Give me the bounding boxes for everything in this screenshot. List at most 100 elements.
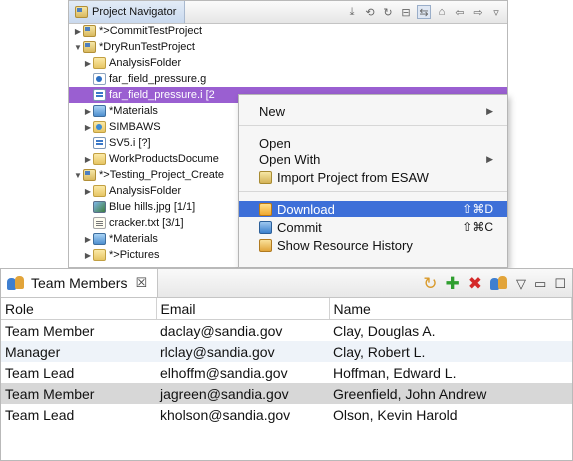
column-header-name[interactable]: Name	[329, 298, 572, 320]
tree-item-label: *>Testing_Project_Create	[99, 169, 225, 181]
materials-icon	[93, 105, 106, 117]
project-navigator-tab[interactable]: Project Navigator	[69, 1, 186, 23]
view-menu-icon[interactable]: ▿	[489, 5, 503, 19]
menu-item-import-project-from-esaw[interactable]: Import Project from ESAW	[239, 169, 507, 185]
table-row[interactable]: Manager rlclay@sandia.gov Clay, Robert L.	[1, 341, 572, 362]
remove-member-icon[interactable]: ✖	[468, 275, 482, 292]
context-menu: New ▶ Open Open With ▶ Import Project from ES…	[238, 94, 508, 268]
materials-icon	[93, 233, 106, 245]
collapsed-arrow-icon[interactable]: ▶	[83, 59, 93, 68]
menu-item-new[interactable]: New ▶	[239, 103, 507, 119]
tree-item[interactable]: ▶ AnalysisFolder	[69, 55, 507, 71]
refresh-icon[interactable]: ↻	[423, 275, 437, 292]
tree-item-label: cracker.txt [3/1]	[109, 217, 184, 229]
close-icon[interactable]: ☒	[135, 275, 147, 291]
back-icon[interactable]: ⇦	[453, 5, 467, 19]
menu-shortcut: ⇧⌘D	[462, 202, 493, 216]
minimize-icon[interactable]: ▭	[534, 277, 546, 290]
menu-item-label: Show Resource History	[277, 237, 413, 253]
folder-icon	[93, 249, 106, 261]
tree-item-label: far_field_pressure.g	[109, 73, 207, 85]
column-header-role[interactable]: Role	[1, 298, 157, 320]
menu-item-open[interactable]: Open	[239, 135, 507, 151]
collapsed-arrow-icon[interactable]: ▶	[83, 235, 93, 244]
cell-email: rlclay@sandia.gov	[156, 341, 329, 362]
menu-item-show-resource-history[interactable]: Show Resource History	[239, 237, 507, 253]
import-icon[interactable]: ⤓	[345, 5, 359, 19]
tree-item-label: *>Pictures	[109, 249, 160, 261]
cell-name: Olson, Kevin Harold	[333, 406, 458, 423]
table-row[interactable]: Team Lead kholson@sandia.gov Olson, Kevin …	[1, 404, 572, 425]
maximize-icon[interactable]: ☐	[554, 277, 566, 290]
table-row[interactable]: Team Member daclay@sandia.gov Clay, Dougla…	[1, 320, 572, 342]
collapsed-arrow-icon[interactable]: ▶	[83, 107, 93, 116]
collapsed-arrow-icon[interactable]: ▶	[83, 123, 93, 132]
menu-separator	[239, 191, 507, 192]
tree-item-label: SV5.i [?]	[109, 137, 151, 149]
tree-item-label: WorkProductsDocume	[109, 153, 219, 165]
project-icon	[83, 25, 96, 37]
menu-item-download[interactable]: Download ⇧⌘D	[239, 201, 507, 217]
table-row[interactable]: Team Lead elhoffm@sandia.gov Hoffman, Edwa…	[1, 362, 572, 383]
collapsed-arrow-icon[interactable]: ▶	[83, 187, 93, 196]
cell-name: Clay, Robert L.	[329, 341, 572, 362]
cell-role: Team Lead	[5, 406, 75, 423]
geometry-file-icon	[93, 73, 106, 85]
menu-item-open-with[interactable]: Open With ▶	[239, 151, 507, 167]
forward-icon[interactable]: ⇨	[471, 5, 485, 19]
collapsed-arrow-icon[interactable]: ▶	[73, 27, 83, 36]
tree-item-label: *DryRunTestProject	[99, 41, 195, 53]
cell-email: elhoffm@sandia.gov	[160, 364, 288, 381]
team-members-title: Team Members	[31, 275, 128, 291]
tree-item[interactable]: ▼ *DryRunTestProject	[69, 39, 507, 55]
tree-item-label: AnalysisFolder	[109, 185, 182, 197]
collapse-all-icon[interactable]: ⊟	[399, 5, 413, 19]
expanded-arrow-icon[interactable]: ▼	[73, 43, 83, 52]
sync-icon[interactable]: ⟲	[363, 5, 377, 19]
tree-item-label: SIMBAWS	[109, 121, 161, 133]
image-file-icon	[93, 201, 106, 213]
home-icon[interactable]: ⌂	[435, 5, 449, 19]
cell-name: Clay, Douglas A.	[333, 322, 436, 339]
menu-shortcut: ⇧⌘C	[462, 220, 493, 234]
web-folder-icon	[93, 121, 106, 133]
input-file-icon	[93, 137, 106, 149]
tree-item[interactable]: far_field_pressure.g	[69, 71, 507, 87]
refresh-icon[interactable]: ↻	[381, 5, 395, 19]
link-with-editor-icon[interactable]: ⇆	[417, 5, 431, 19]
folder-icon	[93, 57, 106, 69]
menu-separator	[239, 125, 507, 126]
collapsed-arrow-icon[interactable]: ▶	[83, 155, 93, 164]
team-members-toolbar: ↻ ✚ ✖ ▽ ▭ ☐	[423, 275, 572, 292]
submenu-arrow-icon: ▶	[486, 153, 493, 164]
menu-item-label: New	[259, 103, 286, 119]
cell-email: daclay@sandia.gov	[160, 322, 283, 339]
cell-role: Team Member	[5, 322, 95, 339]
collapsed-arrow-icon[interactable]: ▶	[83, 251, 93, 260]
menu-item-label: Commit	[277, 219, 322, 235]
menu-item-label: Open	[259, 135, 291, 151]
column-header-email[interactable]: Email	[156, 298, 330, 320]
import-icon	[259, 170, 272, 184]
team-members-panel: Team Members ☒ ↻ ✚ ✖ ▽ ▭ ☐ Role Email Na…	[0, 268, 573, 461]
table-row[interactable]: Team Member jagreen@sandia.gov Greenfield,…	[1, 383, 572, 404]
tree-item[interactable]: ▶ *>CommitTestProject	[69, 23, 507, 39]
expanded-arrow-icon[interactable]: ▼	[73, 171, 83, 180]
menu-item-commit[interactable]: Commit ⇧⌘C	[239, 219, 507, 235]
cell-email: jagreen@sandia.gov	[156, 383, 329, 404]
add-member-icon[interactable]: ✚	[446, 275, 460, 292]
project-navigator-header: Project Navigator ⤓ ⟲ ↻ ⊟ ⇆ ⌂ ⇦ ⇨ ▿	[69, 1, 507, 24]
cell-role: Manager	[1, 341, 156, 362]
text-file-icon	[93, 217, 106, 229]
commit-icon	[259, 220, 272, 234]
team-icon[interactable]	[490, 275, 508, 291]
menu-item-label: Download	[277, 201, 335, 217]
history-icon	[259, 238, 272, 252]
project-navigator-toolbar: ⤓ ⟲ ↻ ⊟ ⇆ ⌂ ⇦ ⇨ ▿	[345, 5, 507, 19]
cell-role: Team Member	[1, 383, 156, 404]
tree-item-label: *>CommitTestProject	[99, 25, 203, 37]
view-menu-icon[interactable]: ▽	[516, 277, 526, 290]
submenu-arrow-icon: ▶	[486, 105, 493, 116]
menu-item-label: Import Project from ESAW	[277, 169, 429, 185]
team-members-tab[interactable]: Team Members ☒	[1, 269, 159, 297]
